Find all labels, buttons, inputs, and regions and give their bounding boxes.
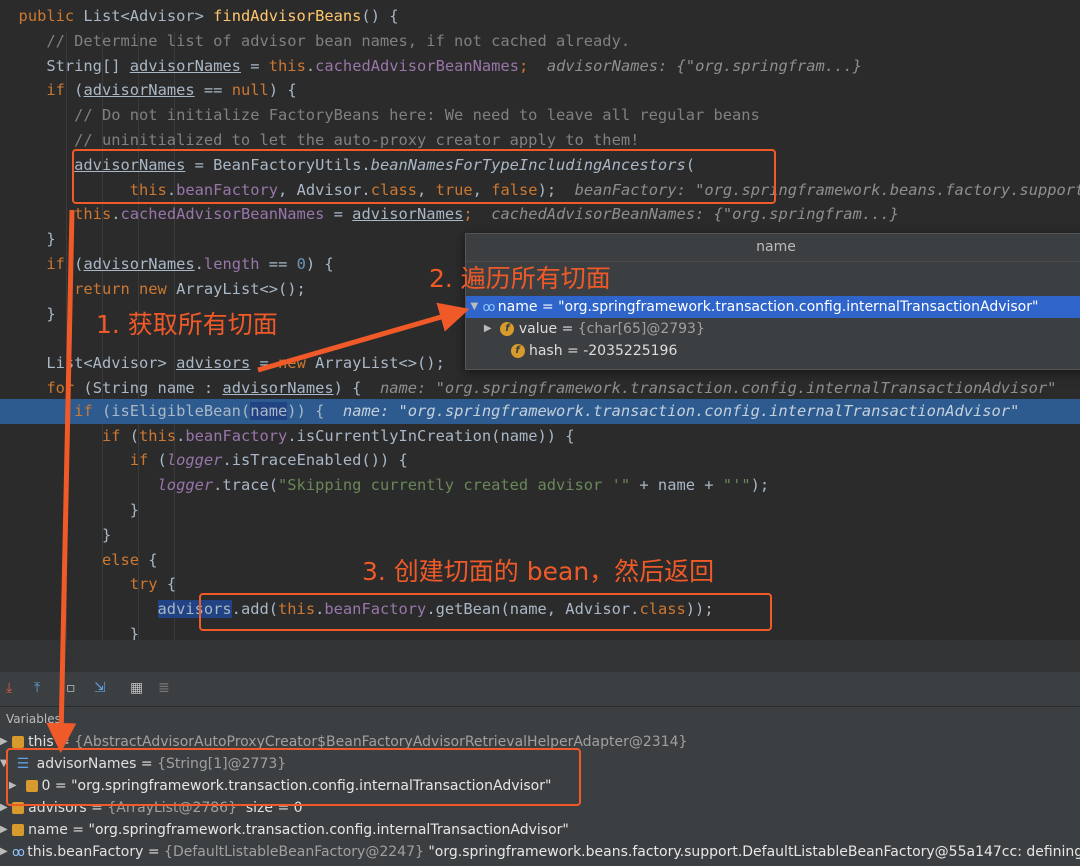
annotation-arrows	[46, 209, 470, 753]
arrow-to-popup	[257, 302, 470, 373]
annotation-step-1: 1. 获取所有切面	[96, 310, 278, 339]
annotation-step-3: 3. 创建切面的 bean，然后返回	[362, 557, 715, 586]
arrow-down-to-variables	[46, 209, 77, 753]
annotation-step-2: 2. 遍历所有切面	[429, 264, 611, 293]
